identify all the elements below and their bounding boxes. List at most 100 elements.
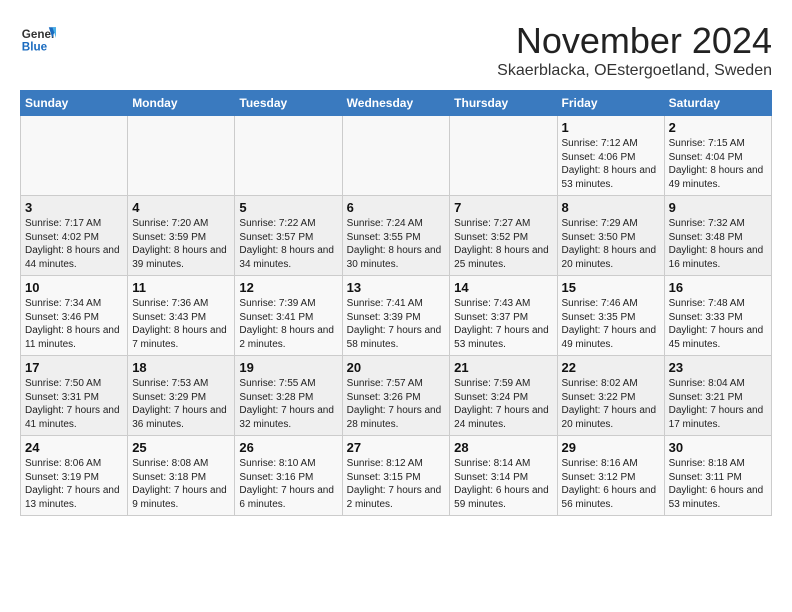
calendar-cell: 30 Sunrise: 8:18 AM Sunset: 3:11 PM Dayli… (664, 436, 771, 516)
weekday-header: Monday (128, 91, 235, 116)
calendar-cell: 23 Sunrise: 8:04 AM Sunset: 3:21 PM Dayli… (664, 356, 771, 436)
calendar-week-row: 1Sunrise: 7:12 AM Sunset: 4:06 PM Daylig… (21, 116, 772, 196)
day-info: Sunrise: 7:24 AM Sunset: 3:55 PM Dayligh… (347, 217, 446, 271)
weekday-header: Friday (557, 91, 664, 116)
calendar-cell (342, 116, 450, 196)
day-number: 29 (562, 440, 660, 455)
day-info: Sunrise: 8:16 AM Sunset: 3:12 PM Dayligh… (562, 457, 660, 511)
month-title: November 2024 (497, 20, 772, 62)
day-number: 12 (239, 280, 337, 295)
day-number: 8 (562, 200, 660, 215)
calendar-week-row: 10Sunrise: 7:34 AM Sunset: 3:46 PM Dayli… (21, 276, 772, 356)
day-number: 22 (562, 360, 660, 375)
day-info: Sunrise: 8:18 AM Sunset: 3:11 PM Dayligh… (669, 457, 767, 511)
weekday-header: Thursday (450, 91, 557, 116)
day-info: Sunrise: 8:06 AM Sunset: 3:19 PM Dayligh… (25, 457, 123, 511)
day-number: 3 (25, 200, 123, 215)
calendar-week-row: 24 Sunrise: 8:06 AM Sunset: 3:19 PM Dayli… (21, 436, 772, 516)
calendar-cell: 19 Sunrise: 7:55 AM Sunset: 3:28 PM Dayli… (235, 356, 342, 436)
day-info: Sunrise: 7:27 AM Sunset: 3:52 PM Dayligh… (454, 217, 552, 271)
day-info: Sunrise: 7:17 AM Sunset: 4:02 PM Dayligh… (25, 217, 123, 271)
day-info: Sunrise: 7:41 AM Sunset: 3:39 PM Dayligh… (347, 297, 446, 351)
day-info: Sunrise: 8:02 AM Sunset: 3:22 PM Dayligh… (562, 377, 660, 431)
calendar-cell: 9 Sunrise: 7:32 AM Sunset: 3:48 PM Daylig… (664, 196, 771, 276)
calendar-cell: 10Sunrise: 7:34 AM Sunset: 3:46 PM Dayli… (21, 276, 128, 356)
day-number: 4 (132, 200, 230, 215)
day-number: 18 (132, 360, 230, 375)
calendar-cell: 12 Sunrise: 7:39 AM Sunset: 3:41 PM Dayli… (235, 276, 342, 356)
calendar-cell: 22 Sunrise: 8:02 AM Sunset: 3:22 PM Dayli… (557, 356, 664, 436)
title-block: November 2024 Skaerblacka, OEstergoetlan… (497, 20, 772, 80)
calendar-cell: 7Sunrise: 7:27 AM Sunset: 3:52 PM Daylig… (450, 196, 557, 276)
day-number: 16 (669, 280, 767, 295)
day-info: Sunrise: 7:22 AM Sunset: 3:57 PM Dayligh… (239, 217, 337, 271)
calendar-week-row: 3 Sunrise: 7:17 AM Sunset: 4:02 PM Daylig… (21, 196, 772, 276)
calendar-cell: 8 Sunrise: 7:29 AM Sunset: 3:50 PM Daylig… (557, 196, 664, 276)
day-number: 28 (454, 440, 552, 455)
calendar-cell: 15 Sunrise: 7:46 AM Sunset: 3:35 PM Dayli… (557, 276, 664, 356)
day-number: 21 (454, 360, 552, 375)
logo-icon: General Blue (20, 20, 56, 56)
day-number: 15 (562, 280, 660, 295)
day-number: 9 (669, 200, 767, 215)
calendar-week-row: 17 Sunrise: 7:50 AM Sunset: 3:31 PM Dayli… (21, 356, 772, 436)
logo: General Blue (20, 20, 56, 56)
day-info: Sunrise: 7:32 AM Sunset: 3:48 PM Dayligh… (669, 217, 767, 271)
day-info: Sunrise: 7:48 AM Sunset: 3:33 PM Dayligh… (669, 297, 767, 351)
calendar-cell: 6 Sunrise: 7:24 AM Sunset: 3:55 PM Daylig… (342, 196, 450, 276)
calendar-cell: 14Sunrise: 7:43 AM Sunset: 3:37 PM Dayli… (450, 276, 557, 356)
day-info: Sunrise: 8:10 AM Sunset: 3:16 PM Dayligh… (239, 457, 337, 511)
day-number: 11 (132, 280, 230, 295)
day-info: Sunrise: 8:08 AM Sunset: 3:18 PM Dayligh… (132, 457, 230, 511)
calendar-cell: 16 Sunrise: 7:48 AM Sunset: 3:33 PM Dayli… (664, 276, 771, 356)
day-info: Sunrise: 7:57 AM Sunset: 3:26 PM Dayligh… (347, 377, 446, 431)
calendar-cell: 26 Sunrise: 8:10 AM Sunset: 3:16 PM Dayli… (235, 436, 342, 516)
calendar-body: 1Sunrise: 7:12 AM Sunset: 4:06 PM Daylig… (21, 116, 772, 516)
calendar-cell (235, 116, 342, 196)
calendar-cell: 1Sunrise: 7:12 AM Sunset: 4:06 PM Daylig… (557, 116, 664, 196)
calendar-cell: 5 Sunrise: 7:22 AM Sunset: 3:57 PM Daylig… (235, 196, 342, 276)
day-info: Sunrise: 7:43 AM Sunset: 3:37 PM Dayligh… (454, 297, 552, 351)
day-info: Sunrise: 7:59 AM Sunset: 3:24 PM Dayligh… (454, 377, 552, 431)
calendar-cell: 18Sunrise: 7:53 AM Sunset: 3:29 PM Dayli… (128, 356, 235, 436)
day-number: 23 (669, 360, 767, 375)
day-number: 30 (669, 440, 767, 455)
day-number: 24 (25, 440, 123, 455)
calendar-cell: 27 Sunrise: 8:12 AM Sunset: 3:15 PM Dayli… (342, 436, 450, 516)
day-info: Sunrise: 7:15 AM Sunset: 4:04 PM Dayligh… (669, 137, 767, 191)
page-header: General Blue November 2024 Skaerblacka, … (20, 20, 772, 80)
day-info: Sunrise: 7:55 AM Sunset: 3:28 PM Dayligh… (239, 377, 337, 431)
calendar-cell: 3 Sunrise: 7:17 AM Sunset: 4:02 PM Daylig… (21, 196, 128, 276)
calendar-cell (21, 116, 128, 196)
day-info: Sunrise: 7:50 AM Sunset: 3:31 PM Dayligh… (25, 377, 123, 431)
day-info: Sunrise: 8:04 AM Sunset: 3:21 PM Dayligh… (669, 377, 767, 431)
day-number: 26 (239, 440, 337, 455)
day-number: 17 (25, 360, 123, 375)
day-number: 6 (347, 200, 446, 215)
day-number: 27 (347, 440, 446, 455)
calendar-cell: 21 Sunrise: 7:59 AM Sunset: 3:24 PM Dayli… (450, 356, 557, 436)
weekday-header-row: SundayMondayTuesdayWednesdayThursdayFrid… (21, 91, 772, 116)
calendar-cell: 17 Sunrise: 7:50 AM Sunset: 3:31 PM Dayli… (21, 356, 128, 436)
calendar-cell: 24 Sunrise: 8:06 AM Sunset: 3:19 PM Dayli… (21, 436, 128, 516)
calendar-cell (450, 116, 557, 196)
day-number: 5 (239, 200, 337, 215)
calendar-cell: 13 Sunrise: 7:41 AM Sunset: 3:39 PM Dayli… (342, 276, 450, 356)
weekday-header: Wednesday (342, 91, 450, 116)
day-number: 13 (347, 280, 446, 295)
calendar-cell: 2Sunrise: 7:15 AM Sunset: 4:04 PM Daylig… (664, 116, 771, 196)
svg-text:Blue: Blue (22, 41, 48, 54)
calendar-cell: 11 Sunrise: 7:36 AM Sunset: 3:43 PM Dayli… (128, 276, 235, 356)
calendar-cell: 28Sunrise: 8:14 AM Sunset: 3:14 PM Dayli… (450, 436, 557, 516)
weekday-header: Tuesday (235, 91, 342, 116)
day-info: Sunrise: 7:20 AM Sunset: 3:59 PM Dayligh… (132, 217, 230, 271)
day-info: Sunrise: 7:36 AM Sunset: 3:43 PM Dayligh… (132, 297, 230, 351)
day-info: Sunrise: 7:39 AM Sunset: 3:41 PM Dayligh… (239, 297, 337, 351)
weekday-header: Sunday (21, 91, 128, 116)
day-info: Sunrise: 8:12 AM Sunset: 3:15 PM Dayligh… (347, 457, 446, 511)
day-number: 19 (239, 360, 337, 375)
weekday-header: Saturday (664, 91, 771, 116)
day-info: Sunrise: 7:29 AM Sunset: 3:50 PM Dayligh… (562, 217, 660, 271)
day-info: Sunrise: 7:46 AM Sunset: 3:35 PM Dayligh… (562, 297, 660, 351)
day-info: Sunrise: 7:12 AM Sunset: 4:06 PM Dayligh… (562, 137, 660, 191)
